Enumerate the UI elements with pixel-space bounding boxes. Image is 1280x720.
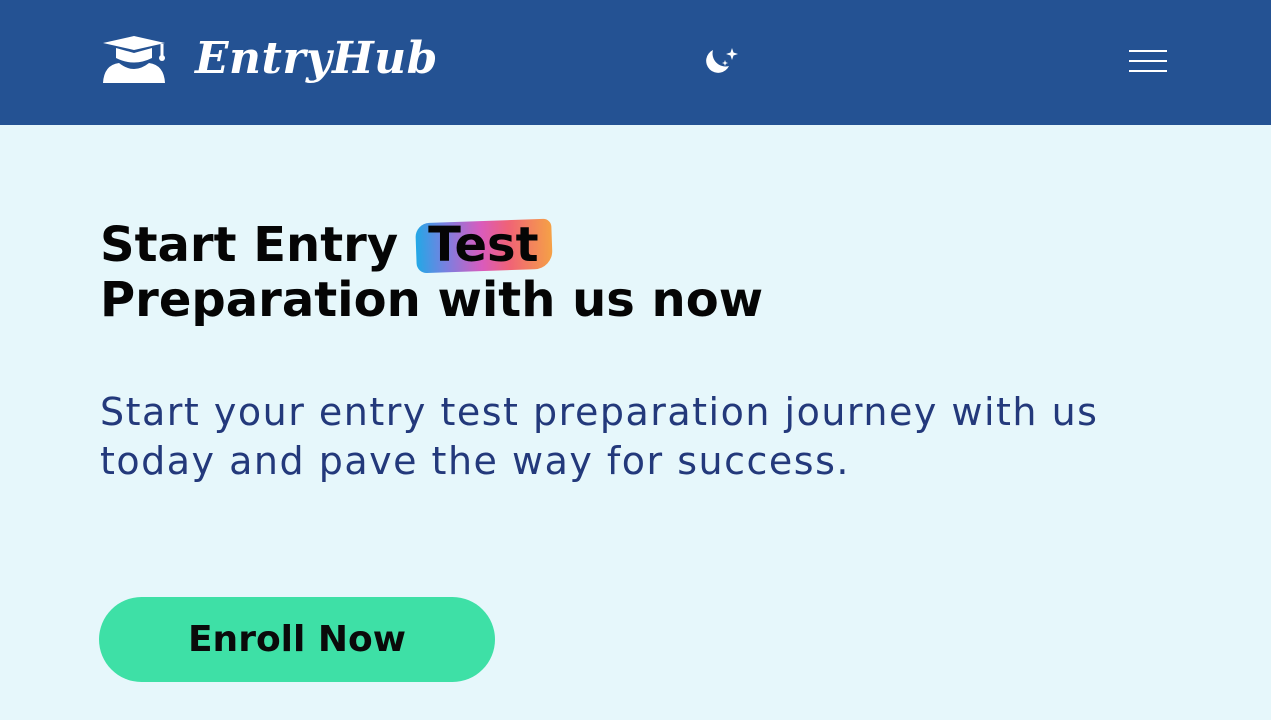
top-navbar: EntryHub xyxy=(0,0,1271,125)
hamburger-menu-icon xyxy=(1129,50,1167,72)
hero-title: Start Entry Test Preparation with us now xyxy=(100,218,1100,328)
hero-title-part2: Preparation with us now xyxy=(100,272,764,328)
moon-stars-icon xyxy=(706,48,738,73)
hamburger-menu-button[interactable] xyxy=(1126,46,1170,76)
brand-logo[interactable]: EntryHub xyxy=(101,34,438,84)
enroll-now-button[interactable]: Enroll Now xyxy=(99,597,495,682)
hero-title-highlight: Test xyxy=(428,217,539,273)
hero-description: Start your entry test preparation journe… xyxy=(100,390,1099,483)
page: EntryHub Start Entry Test Preparation with… xyxy=(0,0,1271,720)
brand-name: EntryHub xyxy=(195,33,438,84)
theme-toggle-button[interactable] xyxy=(698,44,744,78)
hero-title-part1: Start Entry xyxy=(100,217,399,273)
graduate-cap-icon xyxy=(103,36,165,83)
